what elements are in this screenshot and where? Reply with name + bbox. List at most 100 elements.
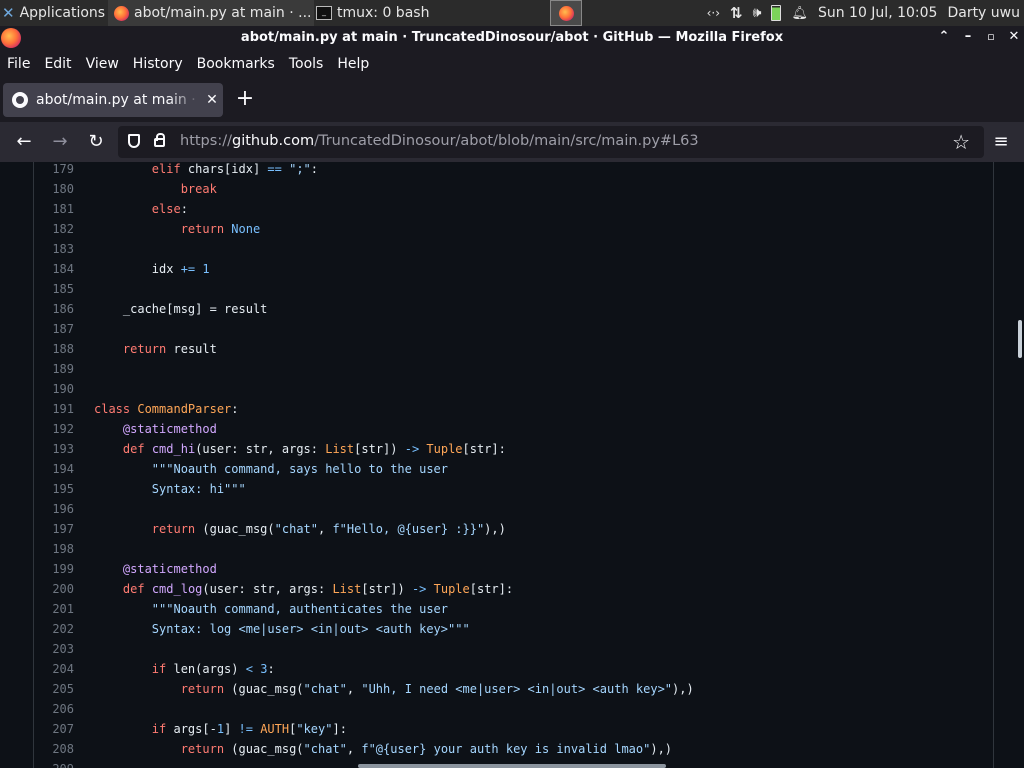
code-text: return (guac_msg("chat", "Uhh, I need <m… bbox=[180, 682, 694, 696]
vertical-scrollbar-thumb[interactable] bbox=[1018, 320, 1022, 358]
line-number[interactable]: 180 bbox=[34, 179, 74, 199]
line-number[interactable]: 208 bbox=[34, 739, 74, 759]
menu-history[interactable]: History bbox=[126, 56, 190, 72]
line-number[interactable]: 200 bbox=[34, 579, 74, 599]
window-restore-up-icon[interactable]: ⌃ bbox=[936, 29, 952, 45]
battery-icon[interactable] bbox=[771, 5, 782, 21]
bookmark-star-icon[interactable]: ☆ bbox=[952, 130, 970, 154]
line-number[interactable]: 191 bbox=[34, 399, 74, 419]
menu-view[interactable]: View bbox=[79, 56, 126, 72]
line-number[interactable]: 198 bbox=[34, 539, 74, 559]
line-number[interactable]: 194 bbox=[34, 459, 74, 479]
code-line: 196 bbox=[34, 499, 993, 519]
navigation-bar: ← → ↻ https://github.com/TruncatedDinoso… bbox=[0, 122, 1024, 162]
code-line: 182 return None bbox=[34, 219, 993, 239]
window-maximize-icon[interactable]: ▫ bbox=[983, 29, 999, 45]
code-line: 198 bbox=[34, 539, 993, 559]
menu-edit[interactable]: Edit bbox=[37, 56, 78, 72]
code-line: 180 break bbox=[34, 179, 993, 199]
taskbar-window-terminal[interactable]: _ tmux: 0 bash bbox=[310, 0, 514, 26]
code-text: _cache[msg] = result bbox=[94, 302, 268, 316]
back-arrow-icon[interactable]: ← bbox=[13, 131, 35, 153]
line-number[interactable]: 206 bbox=[34, 699, 74, 719]
code-text: @staticmethod bbox=[122, 562, 217, 576]
code-line: 199 @staticmethod bbox=[34, 559, 993, 579]
line-number[interactable]: 207 bbox=[34, 719, 74, 739]
line-number[interactable]: 197 bbox=[34, 519, 74, 539]
applications-label: Applications bbox=[19, 5, 106, 21]
applications-menu[interactable]: ✕ Applications bbox=[0, 0, 110, 26]
menu-bookmarks[interactable]: Bookmarks bbox=[190, 56, 282, 72]
line-number[interactable]: 179 bbox=[34, 162, 74, 179]
code-text: break bbox=[180, 182, 217, 196]
line-number[interactable]: 195 bbox=[34, 479, 74, 499]
code-text: return (guac_msg("chat", f"@{user} your … bbox=[180, 742, 673, 756]
code-line: 183 bbox=[34, 239, 993, 259]
menu-tools[interactable]: Tools bbox=[282, 56, 331, 72]
code-line: 188 return result bbox=[34, 339, 993, 359]
code-line: 181 else: bbox=[34, 199, 993, 219]
menu-file[interactable]: File bbox=[0, 56, 37, 72]
line-number[interactable]: 199 bbox=[34, 559, 74, 579]
window-close-icon[interactable]: ✕ bbox=[1006, 29, 1022, 45]
line-number[interactable]: 182 bbox=[34, 219, 74, 239]
code-lines: 179 elif chars[idx] == ";": 180 break 181 … bbox=[34, 162, 993, 768]
forward-arrow-icon[interactable]: → bbox=[49, 131, 71, 153]
tab-close-icon[interactable]: ✕ bbox=[201, 92, 223, 108]
lock-icon[interactable] bbox=[154, 133, 165, 147]
hamburger-menu-icon[interactable]: ≡ bbox=[990, 131, 1012, 153]
reload-icon[interactable]: ↻ bbox=[85, 131, 107, 153]
line-number[interactable]: 204 bbox=[34, 659, 74, 679]
line-number[interactable]: 209 bbox=[34, 759, 74, 768]
volume-icon[interactable]: 🕪 bbox=[753, 5, 762, 21]
line-number[interactable]: 201 bbox=[34, 599, 74, 619]
user-name[interactable]: Darty uwu bbox=[947, 5, 1020, 21]
tab-github-main-py[interactable]: abot/main.py at main · TruncatedDinosour… bbox=[3, 83, 223, 117]
taskbar-focused-firefox[interactable] bbox=[550, 0, 582, 26]
line-number[interactable]: 185 bbox=[34, 279, 74, 299]
line-number[interactable]: 181 bbox=[34, 199, 74, 219]
firefox-icon bbox=[558, 5, 574, 21]
code-text: return result bbox=[122, 342, 217, 356]
code-text: Syntax: log <me|user> <in|out> <auth key… bbox=[94, 622, 470, 636]
network-arrows-icon[interactable]: ‹·› bbox=[707, 6, 720, 20]
firefox-icon bbox=[114, 5, 129, 21]
new-tab-button[interactable]: + bbox=[233, 88, 257, 112]
line-number[interactable]: 183 bbox=[34, 239, 74, 259]
code-text: """Noauth command, says hello to the use… bbox=[94, 462, 449, 476]
tab-title: abot/main.py at main · TruncatedDinosour… bbox=[36, 92, 201, 108]
horizontal-scrollbar-thumb[interactable] bbox=[358, 764, 666, 768]
line-number[interactable]: 193 bbox=[34, 439, 74, 459]
code-line: 189 bbox=[34, 359, 993, 379]
window-minimize-icon[interactable]: – bbox=[960, 29, 976, 45]
line-number[interactable]: 187 bbox=[34, 319, 74, 339]
code-line: 195 Syntax: hi""" bbox=[34, 479, 993, 499]
line-number[interactable]: 188 bbox=[34, 339, 74, 359]
code-text: idx += 1 bbox=[94, 262, 210, 276]
url-host: github.com bbox=[231, 133, 315, 149]
terminal-icon: _ bbox=[316, 6, 332, 20]
line-number[interactable]: 186 bbox=[34, 299, 74, 319]
line-number[interactable]: 202 bbox=[34, 619, 74, 639]
line-number[interactable]: 192 bbox=[34, 419, 74, 439]
line-number[interactable]: 184 bbox=[34, 259, 74, 279]
line-number[interactable]: 196 bbox=[34, 499, 74, 519]
taskbar-window-firefox[interactable]: abot/main.py at main · ... bbox=[108, 0, 314, 26]
code-line: 194 """Noauth command, says hello to the… bbox=[34, 459, 993, 479]
line-number[interactable]: 205 bbox=[34, 679, 74, 699]
line-number[interactable]: 190 bbox=[34, 379, 74, 399]
line-number[interactable]: 189 bbox=[34, 359, 74, 379]
taskbar-window-title: tmux: 0 bash bbox=[337, 5, 430, 21]
clock[interactable]: Sun 10 Jul, 10:05 bbox=[818, 5, 938, 21]
line-number[interactable]: 203 bbox=[34, 639, 74, 659]
url-text[interactable]: https://github.com/TruncatedDinosour/abo… bbox=[180, 133, 699, 149]
taskbar-window-title: abot/main.py at main · ... bbox=[134, 5, 312, 21]
code-line: 179 elif chars[idx] == ";": bbox=[34, 162, 993, 179]
code-text: def cmd_log(user: str, args: List[str]) … bbox=[122, 582, 514, 596]
tracking-protection-shield-icon[interactable] bbox=[128, 134, 140, 148]
network-updown-icon[interactable]: ⇅ bbox=[730, 4, 743, 22]
url-bar[interactable]: https://github.com/TruncatedDinosour/abo… bbox=[118, 126, 984, 158]
notification-bell-icon[interactable]: 🔔︎ bbox=[791, 6, 808, 21]
menu-help[interactable]: Help bbox=[330, 56, 376, 72]
code-text: class CommandParser: bbox=[94, 402, 239, 416]
